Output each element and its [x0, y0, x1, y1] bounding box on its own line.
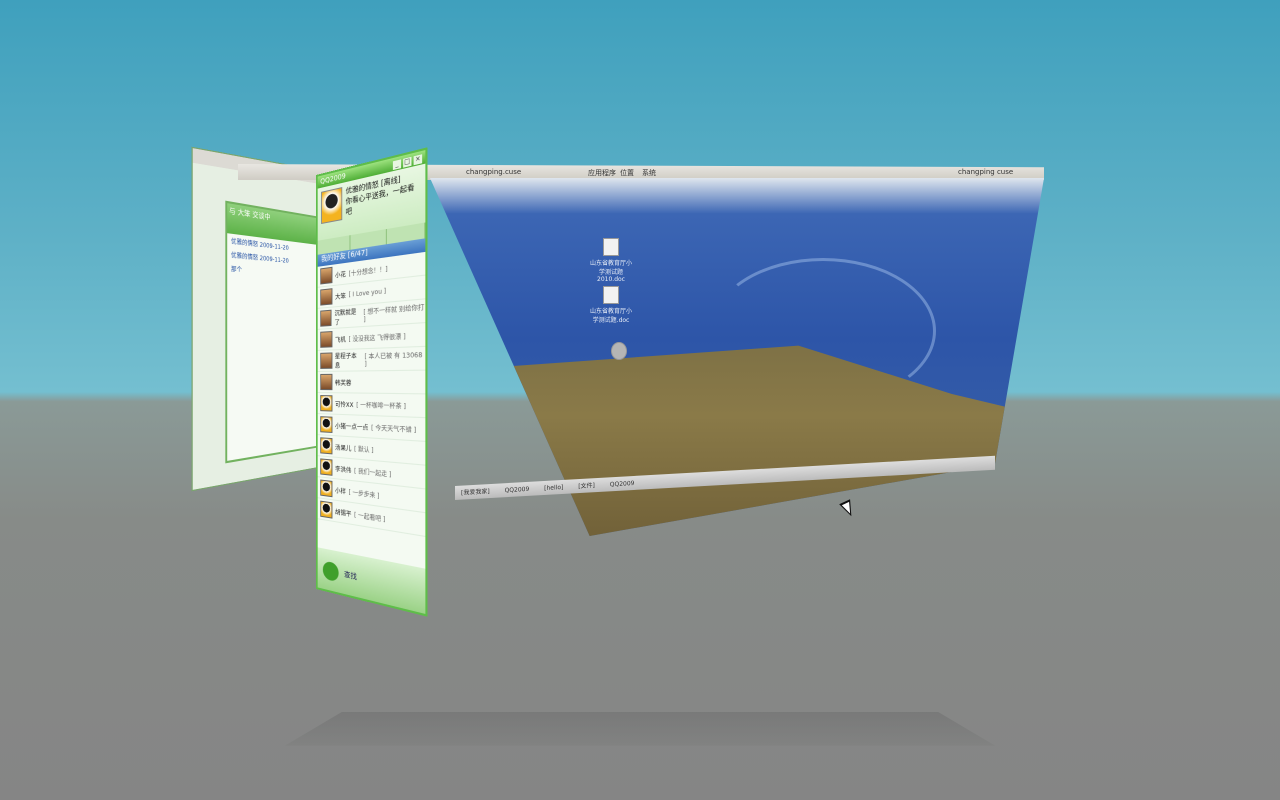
chat-window[interactable]: 与 大笨 交谈中 优雅的情怒 2009-11-20 优雅的情怒 2009-11-…: [225, 200, 328, 464]
desktop-file-icon[interactable]: 山东省教育厅小学测试题.doc: [588, 286, 634, 324]
cube-floor-reflection: [285, 712, 995, 746]
doc-file-icon: [603, 286, 619, 304]
buddy-status: [ I Love you ]: [348, 287, 387, 299]
taskbar-item[interactable]: QQ2009: [610, 480, 635, 488]
avatar[interactable]: [321, 187, 343, 225]
buddy-status: [ 今天天气不错 ]: [371, 424, 417, 435]
avatar: [320, 416, 333, 433]
buddy-name: 胡锡平: [335, 508, 352, 519]
buddy-list[interactable]: 小花 [十分想念！！] 大笨[ I Love you ] 沉默就是了 [ 想不一样就 别…: [317, 251, 426, 538]
title-fragment: changping.cuse: [466, 168, 522, 176]
buddy-status: [十分想念！！]: [348, 265, 388, 278]
wallpaper-swirl: [710, 258, 936, 404]
buddy-name: 飞机: [335, 335, 346, 344]
avatar: [320, 266, 333, 285]
avatar: [320, 352, 333, 369]
avatar: [320, 395, 333, 412]
buddy-status: [ 我们一起走 ]: [354, 467, 392, 479]
doc-file-icon: [603, 238, 619, 256]
maximize-icon[interactable]: □: [403, 156, 412, 168]
buddy-name: 沉默就是了: [334, 308, 357, 327]
buddy-status: [ 本人已被 有 13068 ]: [364, 351, 423, 369]
avatar: [320, 331, 333, 348]
minimize-icon[interactable]: _: [392, 158, 402, 170]
avatar: [320, 458, 333, 476]
menu-places[interactable]: 位置: [620, 168, 634, 178]
menu-applications[interactable]: 应用程序: [588, 168, 616, 178]
buddy-status: [ 默认 ]: [354, 445, 374, 455]
qq-menu-icon[interactable]: [322, 560, 339, 583]
taskbar-item[interactable]: [hello]: [544, 484, 563, 492]
taskbar-item[interactable]: [文件]: [578, 480, 595, 490]
buddy-name: 韩芙蓉: [335, 379, 352, 387]
avatar: [320, 373, 333, 391]
ubuntu-logo-icon[interactable]: [596, 342, 642, 362]
avatar: [320, 479, 333, 498]
buddy-name: 可怜XX: [335, 400, 354, 409]
qq-footer: 查找: [317, 547, 426, 614]
avatar: [320, 288, 333, 306]
buddy-name: 李洪伟: [335, 465, 352, 475]
qq-main-window[interactable]: QQ2009 _ □ × 优雅的情怒 [离线] 你看心平送我，一起看吧 我的好友 […: [316, 147, 428, 617]
buddy-status: [ 没没我这 飞得很漂 ]: [348, 332, 406, 344]
buddy-status: [ 一起看吧 ]: [354, 511, 386, 524]
taskbar-item[interactable]: [我爱我家]: [461, 486, 490, 497]
buddy-status: [ 想不一样就 别给你打 ]: [363, 304, 425, 324]
buddy-name: 小样: [335, 486, 346, 496]
avatar: [320, 500, 333, 519]
list-item[interactable]: 星程子本息 [ 本人已被 有 13068 ]: [317, 346, 426, 372]
desktop-file-icon[interactable]: 山东省教育厅小学测试题 2010.doc: [588, 238, 634, 283]
menu-system[interactable]: 系统: [642, 168, 656, 178]
buddy-status: [ 一步步来 ]: [348, 488, 380, 500]
taskbar-item[interactable]: QQ2009: [505, 486, 530, 494]
buddy-name: 小猪一点一点: [335, 422, 369, 432]
list-item[interactable]: 韩芙蓉: [317, 370, 426, 395]
buddy-status: [ 一杯咖啡一杯茶 ]: [356, 401, 406, 411]
avatar: [320, 309, 332, 327]
user-name: changping cuse: [958, 168, 1014, 176]
buddy-name: 星程子本息: [334, 352, 357, 370]
buddy-name: 小花: [335, 270, 346, 280]
close-icon[interactable]: ×: [413, 153, 423, 165]
buddy-name: 汤果儿: [335, 443, 352, 453]
buddy-name: 大笨: [335, 292, 346, 301]
avatar: [320, 437, 333, 455]
search-button[interactable]: 查找: [344, 569, 357, 582]
mouse-cursor-icon: [839, 499, 857, 519]
